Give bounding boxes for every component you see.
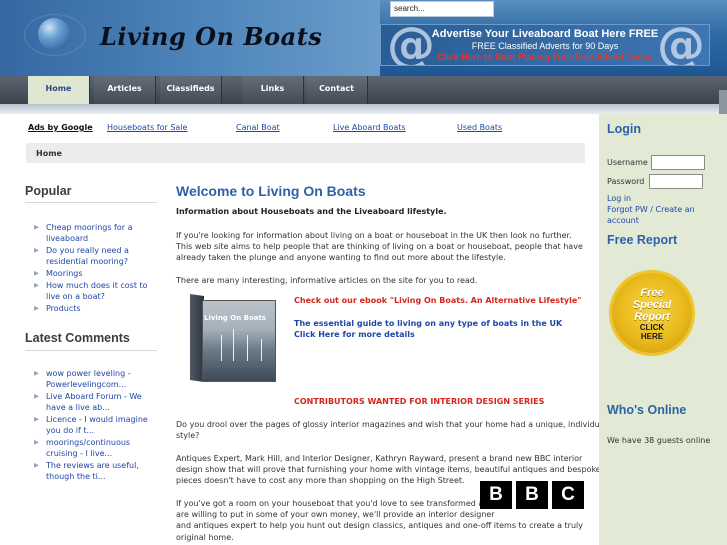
popular-list: Cheap moorings for a liveaboard Do you r… — [32, 222, 160, 315]
scrollbar-handle[interactable] — [719, 90, 727, 114]
site-logo[interactable]: Living On Boats — [100, 22, 322, 51]
ebook-promo[interactable]: Check out our ebook "Living On Boats. An… — [294, 296, 581, 305]
seal-line: Special — [632, 299, 672, 311]
mast — [261, 339, 262, 361]
bbc-logo: B B C — [480, 481, 584, 509]
nav-articles[interactable]: Articles — [94, 76, 156, 104]
popular-item[interactable]: Do you really need a residential mooring… — [32, 245, 160, 267]
mast — [233, 329, 234, 361]
online-count: We have 38 guests online — [607, 436, 711, 445]
username-field[interactable] — [651, 155, 705, 170]
ad-link-houseboats[interactable]: Houseboats for Sale — [107, 123, 187, 132]
login-title: Login — [607, 122, 642, 136]
popular-item[interactable]: Products — [32, 303, 160, 314]
book-face — [202, 300, 276, 382]
advert-headline: Advertise Your Liveaboard Boat Here FREE — [431, 28, 659, 40]
ebook-guide-line: The essential guide to living on any typ… — [294, 319, 563, 328]
comment-item[interactable]: The reviews are useful, though the ti... — [32, 460, 152, 482]
text-line: design show that will prove that furnish… — [176, 465, 601, 475]
mast — [247, 335, 248, 361]
whos-online-title: Who's Online — [607, 403, 687, 417]
text-line: style? — [176, 431, 200, 441]
ads-by-google-label[interactable]: Ads by Google — [28, 123, 93, 132]
seal-line: Report — [634, 311, 670, 323]
text-line: already taken the plunge and anyone want… — [176, 253, 506, 263]
latest-comments-title: Latest Comments — [25, 331, 130, 345]
article-paragraph: Do you drool over the pages of glossy in… — [176, 419, 607, 441]
text-line: and antiques expert to help you hunt out… — [176, 521, 583, 531]
nav-underbar — [0, 104, 727, 114]
advert-subline: FREE Classified Adverts for 90 Days — [471, 41, 619, 51]
nav-classifieds[interactable]: Classifieds — [160, 76, 222, 104]
comment-item[interactable]: Live Aboard Forum - We have a live ab... — [32, 391, 152, 413]
comments-list: wow power leveling - Powerlevelingcom...… — [32, 368, 152, 483]
search-input[interactable]: search... — [390, 1, 494, 17]
popular-title: Popular — [25, 184, 72, 198]
mast — [221, 335, 222, 361]
seal-click-line: CLICK — [639, 323, 665, 332]
breadcrumb: Home — [26, 143, 585, 163]
seal-click-label: CLICK HERE — [612, 323, 692, 341]
ad-link-live-aboard[interactable]: Live Aboard Boats — [333, 123, 406, 132]
globe-icon — [24, 14, 86, 56]
article-title: Welcome to Living On Boats — [176, 183, 366, 199]
book-title: Living On Boats — [204, 314, 267, 322]
site-header: Living On Boats search... @ @ Advertise … — [0, 0, 727, 76]
comment-item[interactable]: wow power leveling - Powerlevelingcom... — [32, 368, 152, 390]
article-intro: Information about Houseboats and the Liv… — [176, 207, 447, 216]
password-field[interactable] — [649, 174, 703, 189]
free-report-seal[interactable]: Free Special Report CLICK HERE — [612, 273, 692, 353]
free-report-title: Free Report — [607, 233, 678, 247]
seal-line: Free — [640, 287, 664, 299]
comment-item[interactable]: moorings/continuous cruising - I live... — [32, 437, 152, 459]
advert-banner[interactable]: @ @ Advertise Your Liveaboard Boat Here … — [380, 24, 710, 66]
nav-home[interactable]: Home — [28, 76, 90, 104]
divider — [25, 202, 157, 203]
username-label: Username — [607, 158, 648, 167]
nav-links[interactable]: Links — [242, 76, 304, 104]
divider — [25, 350, 157, 351]
text-line: Do you drool over the pages of glossy in… — [176, 420, 607, 429]
ebook-details-link[interactable]: Click Here for more details — [294, 330, 415, 339]
bbc-letter: C — [552, 481, 584, 509]
popular-item[interactable]: How much does it cost to live on a boat? — [32, 280, 160, 302]
advert-cta[interactable]: Click Here to Start Placing Your Free Ad… — [381, 52, 709, 62]
ad-link-canal-boat[interactable]: Canal Boat — [236, 123, 280, 132]
popular-item[interactable]: Moorings — [32, 268, 160, 279]
article-paragraph: If you're looking for information about … — [176, 230, 583, 264]
bbc-letter: B — [480, 481, 512, 509]
main-nav: Home Articles Classifieds Links Contact — [0, 76, 727, 104]
ad-link-used-boats[interactable]: Used Boats — [457, 123, 502, 132]
comment-item[interactable]: Licence - I would imagine you do if t... — [32, 414, 152, 436]
text-line: are willing to put in some of your own m… — [176, 510, 495, 520]
ebook-cover-image[interactable]: Living On Boats — [190, 294, 278, 382]
nav-contact[interactable]: Contact — [306, 76, 368, 104]
forgot-password-link[interactable]: Forgot PW / Create an account — [607, 204, 707, 226]
text-line: If you're looking for information about … — [176, 231, 572, 240]
bbc-letter: B — [516, 481, 548, 509]
contributors-wanted: CONTRIBUTORS WANTED FOR INTERIOR DESIGN … — [294, 397, 545, 406]
text-line: This web site aims to help people that a… — [176, 242, 583, 252]
text-line: original home. — [176, 532, 234, 542]
article-paragraph: There are many interesting, informative … — [176, 276, 478, 285]
login-link[interactable]: Log in — [607, 193, 631, 204]
password-label: Password — [607, 177, 645, 186]
seal-click-line: HERE — [640, 332, 664, 341]
text-line: Antiques Expert, Mark Hill, and Interior… — [176, 454, 583, 463]
popular-item[interactable]: Cheap moorings for a liveaboard — [32, 222, 160, 244]
